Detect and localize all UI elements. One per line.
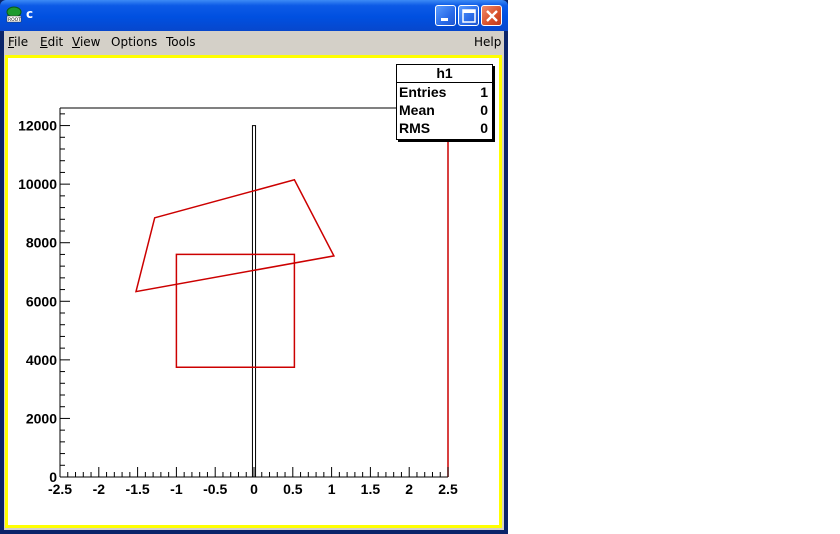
shape-quadrilateral <box>134 178 336 293</box>
x-tick-label: 0.5 <box>283 481 303 497</box>
y-tick-label: 2000 <box>26 410 57 426</box>
y-tick-label: 10000 <box>18 176 57 192</box>
stats-label: Mean <box>399 102 435 118</box>
stats-value: 0 <box>480 102 488 118</box>
shape-box <box>175 253 296 368</box>
canvas[interactable]: -2.5 -2 -1.5 -1 -0.5 0 0.5 1 1.5 2 2.5 0 2000 4000 600… <box>8 58 499 525</box>
svg-text:ROOT: ROOT <box>8 17 21 23</box>
maximize-icon <box>462 9 476 23</box>
stats-value: 0 <box>480 120 488 136</box>
stats-value: 1 <box>480 84 488 100</box>
y-tick-label: 0 <box>49 469 57 485</box>
menu-options[interactable]: Options <box>111 35 157 49</box>
root-tree-icon: ROOT <box>6 6 22 23</box>
stats-label: Entries <box>399 84 447 100</box>
x-tick-label: -0.5 <box>203 481 227 497</box>
menu-view[interactable]: View <box>72 35 100 49</box>
menu-help[interactable]: Help <box>474 35 501 49</box>
minimize-icon <box>441 18 448 21</box>
title-bar[interactable]: ROOT c <box>0 0 508 31</box>
close-icon <box>486 10 498 22</box>
x-tick-label: -2 <box>93 481 106 497</box>
y-tick-label: 6000 <box>26 293 57 309</box>
stats-row-mean: Mean 0 <box>399 102 488 119</box>
stats-title: h1 <box>397 65 492 83</box>
menu-bar: File Edit View Options Tools Help <box>4 31 504 53</box>
stats-box[interactable]: h1 Entries 1 Mean 0 RMS 0 <box>396 64 493 140</box>
canvas-area: -2.5 -2 -1.5 -1 -0.5 0 0.5 1 1.5 2 2.5 0 2000 4000 600… <box>4 53 504 530</box>
y-tick-label: 8000 <box>26 235 57 251</box>
x-tick-label: 2.5 <box>438 481 458 497</box>
minimize-button[interactable] <box>435 5 456 26</box>
stats-row-entries: Entries 1 <box>399 84 488 101</box>
y-tick-label: 12000 <box>18 118 57 134</box>
x-tick-label: 0 <box>250 481 258 497</box>
x-tick-label: -1 <box>170 481 183 497</box>
stats-label: RMS <box>399 120 431 136</box>
x-tick-label: 2 <box>405 481 413 497</box>
histogram-bin <box>251 125 257 477</box>
menu-file[interactable]: File <box>8 35 28 49</box>
stats-row-rms: RMS 0 <box>399 120 488 137</box>
close-button[interactable] <box>481 5 502 26</box>
app-window: ROOT c File Edit View Options Tools Help… <box>0 0 508 534</box>
x-tick-label: -1.5 <box>126 481 150 497</box>
menu-edit[interactable]: Edit <box>40 35 63 49</box>
maximize-button[interactable] <box>458 5 479 26</box>
canvas-frame: -2.5 -2 -1.5 -1 -0.5 0 0.5 1 1.5 2 2.5 0 2000 4000 600… <box>5 55 502 528</box>
x-tick-label: 1.5 <box>361 481 381 497</box>
window-title: c <box>26 7 34 21</box>
x-tick-label: 1 <box>328 481 336 497</box>
menu-tools[interactable]: Tools <box>166 35 196 49</box>
y-tick-label: 4000 <box>26 352 57 368</box>
window-body: File Edit View Options Tools Help -2.5 -2… <box>4 31 504 530</box>
